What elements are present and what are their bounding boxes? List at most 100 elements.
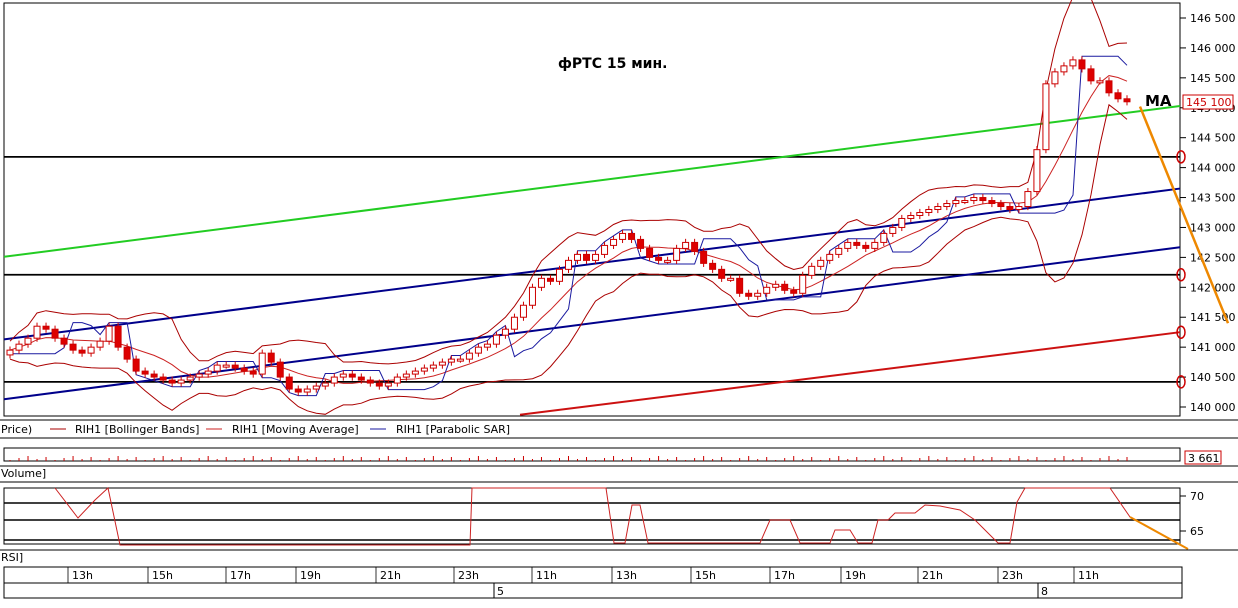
- candle-body: [33, 325, 41, 339]
- candle-body: [285, 376, 293, 390]
- candle-body: [411, 370, 419, 375]
- price-tick-label: 146 000: [1190, 42, 1236, 55]
- candle-body: [1105, 80, 1113, 94]
- candle-body: [628, 232, 636, 240]
- candle-body: [1069, 59, 1077, 67]
- candle-body: [132, 358, 140, 372]
- price-tick-label: 145 500: [1190, 72, 1236, 85]
- candle-body: [1114, 92, 1122, 100]
- candle-body: [574, 253, 582, 261]
- candle-body: [420, 367, 428, 372]
- candle-body: [384, 382, 392, 387]
- candle-body: [718, 268, 726, 279]
- candle-body: [393, 376, 401, 384]
- candle-body: [537, 277, 545, 288]
- candle-body: [799, 274, 807, 294]
- candle-body: [438, 361, 446, 366]
- candle-body: [1033, 149, 1041, 193]
- candle-body: [42, 325, 50, 330]
- price-tick-label: 144 500: [1190, 132, 1236, 145]
- candle-body: [123, 346, 131, 360]
- candle-body: [78, 349, 86, 354]
- day-label-8: 8: [1041, 585, 1048, 598]
- day-label-5: 5: [497, 585, 504, 598]
- candle-body: [447, 358, 455, 363]
- day-axis: [3, 582, 1183, 599]
- rsi-label: RSI]: [1, 551, 23, 564]
- candle-body: [889, 226, 897, 234]
- candle-body: [961, 200, 969, 204]
- candle-body: [691, 241, 699, 252]
- candle-body: [835, 247, 843, 255]
- hour-tick-label: 11h: [1078, 569, 1099, 582]
- candle-body: [1096, 80, 1104, 84]
- candle-body: [348, 373, 356, 378]
- candle-body: [6, 349, 14, 356]
- candle-body: [222, 364, 230, 368]
- candle-body: [979, 197, 987, 202]
- candle-body: [492, 334, 500, 345]
- rsi-tick-65: 65: [1190, 525, 1204, 538]
- legend-bollinger: RIH1 [Bollinger Bands]: [75, 423, 199, 436]
- candle-body: [366, 379, 374, 384]
- hour-tick-label: 19h: [845, 569, 866, 582]
- candle-body: [15, 343, 23, 351]
- candle-body: [249, 370, 257, 375]
- candle-body: [195, 373, 203, 378]
- candle-body: [267, 352, 275, 363]
- candle-body: [339, 373, 347, 378]
- candle-body: [673, 247, 681, 261]
- candle-body: [177, 379, 185, 384]
- candle-body: [528, 286, 536, 306]
- candle-body: [1060, 65, 1068, 73]
- candle-body: [87, 346, 95, 354]
- candle-body: [925, 209, 933, 213]
- legend-sar: RIH1 [Parabolic SAR]: [396, 423, 510, 436]
- candle-body: [709, 262, 717, 270]
- price-tick-label: 146 500: [1190, 12, 1236, 25]
- candle-body: [375, 382, 383, 387]
- candle-body: [1024, 191, 1032, 208]
- hour-tick-label: 23h: [1002, 569, 1023, 582]
- legend-ma: RIH1 [Moving Average]: [232, 423, 359, 436]
- candle-body: [817, 259, 825, 267]
- candle-body: [501, 328, 509, 336]
- candle-body: [357, 376, 365, 381]
- candle-body: [727, 277, 735, 281]
- last-price-value: 145 100: [1186, 96, 1232, 109]
- candle-body: [321, 382, 329, 387]
- candle-body: [664, 259, 672, 263]
- volume-panel: [3, 447, 1181, 462]
- candle-body: [294, 388, 302, 393]
- hour-tick-label: 19h: [300, 569, 321, 582]
- price-axis: 146 500146 000145 500145 000144 500144 0…: [1180, 12, 1236, 414]
- price-tick-label: 143 500: [1190, 192, 1236, 205]
- candle-body: [907, 214, 915, 219]
- candle-body: [141, 370, 149, 375]
- candle-body: [655, 256, 663, 261]
- candle-body: [276, 361, 284, 378]
- candle-body: [402, 373, 410, 378]
- candle-body: [105, 325, 113, 342]
- candle-body: [1051, 71, 1059, 85]
- hour-tick-label: 15h: [695, 569, 716, 582]
- candle-body: [583, 253, 591, 261]
- candle-body: [934, 206, 942, 211]
- candle-body: [312, 385, 320, 390]
- candle-body: [988, 200, 996, 205]
- candle-body: [601, 244, 609, 255]
- rsi-tick-70: 70: [1190, 490, 1204, 503]
- volume-value: 3 661: [1188, 452, 1220, 465]
- hour-tick-label: 13h: [72, 569, 93, 582]
- legend-price: Price): [1, 423, 32, 436]
- candle-body: [159, 376, 167, 381]
- candle-body: [303, 388, 311, 393]
- candle-body: [997, 203, 1005, 208]
- candle-body: [150, 373, 158, 378]
- price-tick-label: 140 500: [1190, 371, 1236, 384]
- candle-body: [213, 364, 221, 372]
- candle-body: [555, 268, 563, 282]
- hour-tick-label: 17h: [230, 569, 251, 582]
- candle-body: [483, 343, 491, 348]
- candle-body: [754, 292, 762, 297]
